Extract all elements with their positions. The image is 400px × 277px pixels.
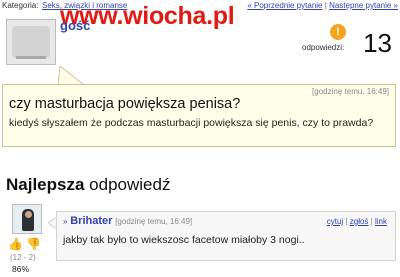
answer-box: » Brihater [godzinę temu, 16:49] cytuj |… <box>56 211 396 261</box>
prev-question-link[interactable]: « Poprzednie pytanie <box>247 1 322 10</box>
answer-header: » Brihater [godzinę temu, 16:49] <box>63 215 192 227</box>
answer-time: [godzinę temu, 16:49] <box>115 217 193 226</box>
question-title: czy masturbacja powiększa penisa? <box>9 96 241 112</box>
question-nav: « Poprzednie pytanie | Następne pytanie … <box>247 0 398 12</box>
nav-separator: | <box>324 1 327 10</box>
best-answer-heading-rest: odpowiedź <box>84 175 171 194</box>
answerer-name[interactable]: Brihater <box>70 215 112 227</box>
permalink-link[interactable]: link <box>375 217 387 226</box>
chevron-right-icon: » <box>63 217 68 226</box>
quote-link[interactable]: cytuj <box>327 217 343 226</box>
answers-count-label: odpowiedzi: <box>302 43 345 52</box>
report-link[interactable]: zgłoś <box>350 217 369 226</box>
best-answer-heading-bold: Najlepsza <box>6 175 85 194</box>
question-body: kiedyś słyszałem że podczas masturbacji … <box>9 117 374 129</box>
thumb-up-icon[interactable]: 👍 <box>8 238 23 251</box>
avatar-face <box>25 211 32 218</box>
answers-count-value: 13 <box>363 28 392 58</box>
thumb-down-icon[interactable]: 👎 <box>26 238 41 251</box>
answer-body: jakby tak było to wiekszosc facetow miał… <box>63 234 305 246</box>
action-separator: | <box>345 217 348 226</box>
vote-panel: 👍 👎 (12 - 2) 86% <box>4 238 52 275</box>
avatar-placeholder-icon <box>12 26 50 58</box>
best-answer-heading: Najlepsza odpowiedź <box>6 175 170 195</box>
category-label: Kategoria: <box>2 1 39 10</box>
answers-count: ! odpowiedzi: 13 <box>302 24 392 58</box>
vote-tally: (12 - 2) <box>10 253 36 262</box>
asker-name[interactable]: gość <box>60 18 90 33</box>
speech-bubble-tail <box>58 66 84 86</box>
answer-actions: cytuj | zgłoś | link <box>327 217 387 226</box>
asker-avatar <box>6 19 56 65</box>
question-box: [godzinę temu, 16:49] czy masturbacja po… <box>2 84 396 147</box>
exclamation-badge-icon: ! <box>330 24 346 40</box>
question-time: [godzinę temu, 16:49] <box>312 87 389 96</box>
action-separator: | <box>370 217 373 226</box>
vote-percent: 86% <box>12 264 30 274</box>
answerer-avatar[interactable] <box>12 204 42 234</box>
next-question-link[interactable]: Następne pytanie » <box>329 1 398 10</box>
avatar-placeholder-line <box>16 56 46 59</box>
